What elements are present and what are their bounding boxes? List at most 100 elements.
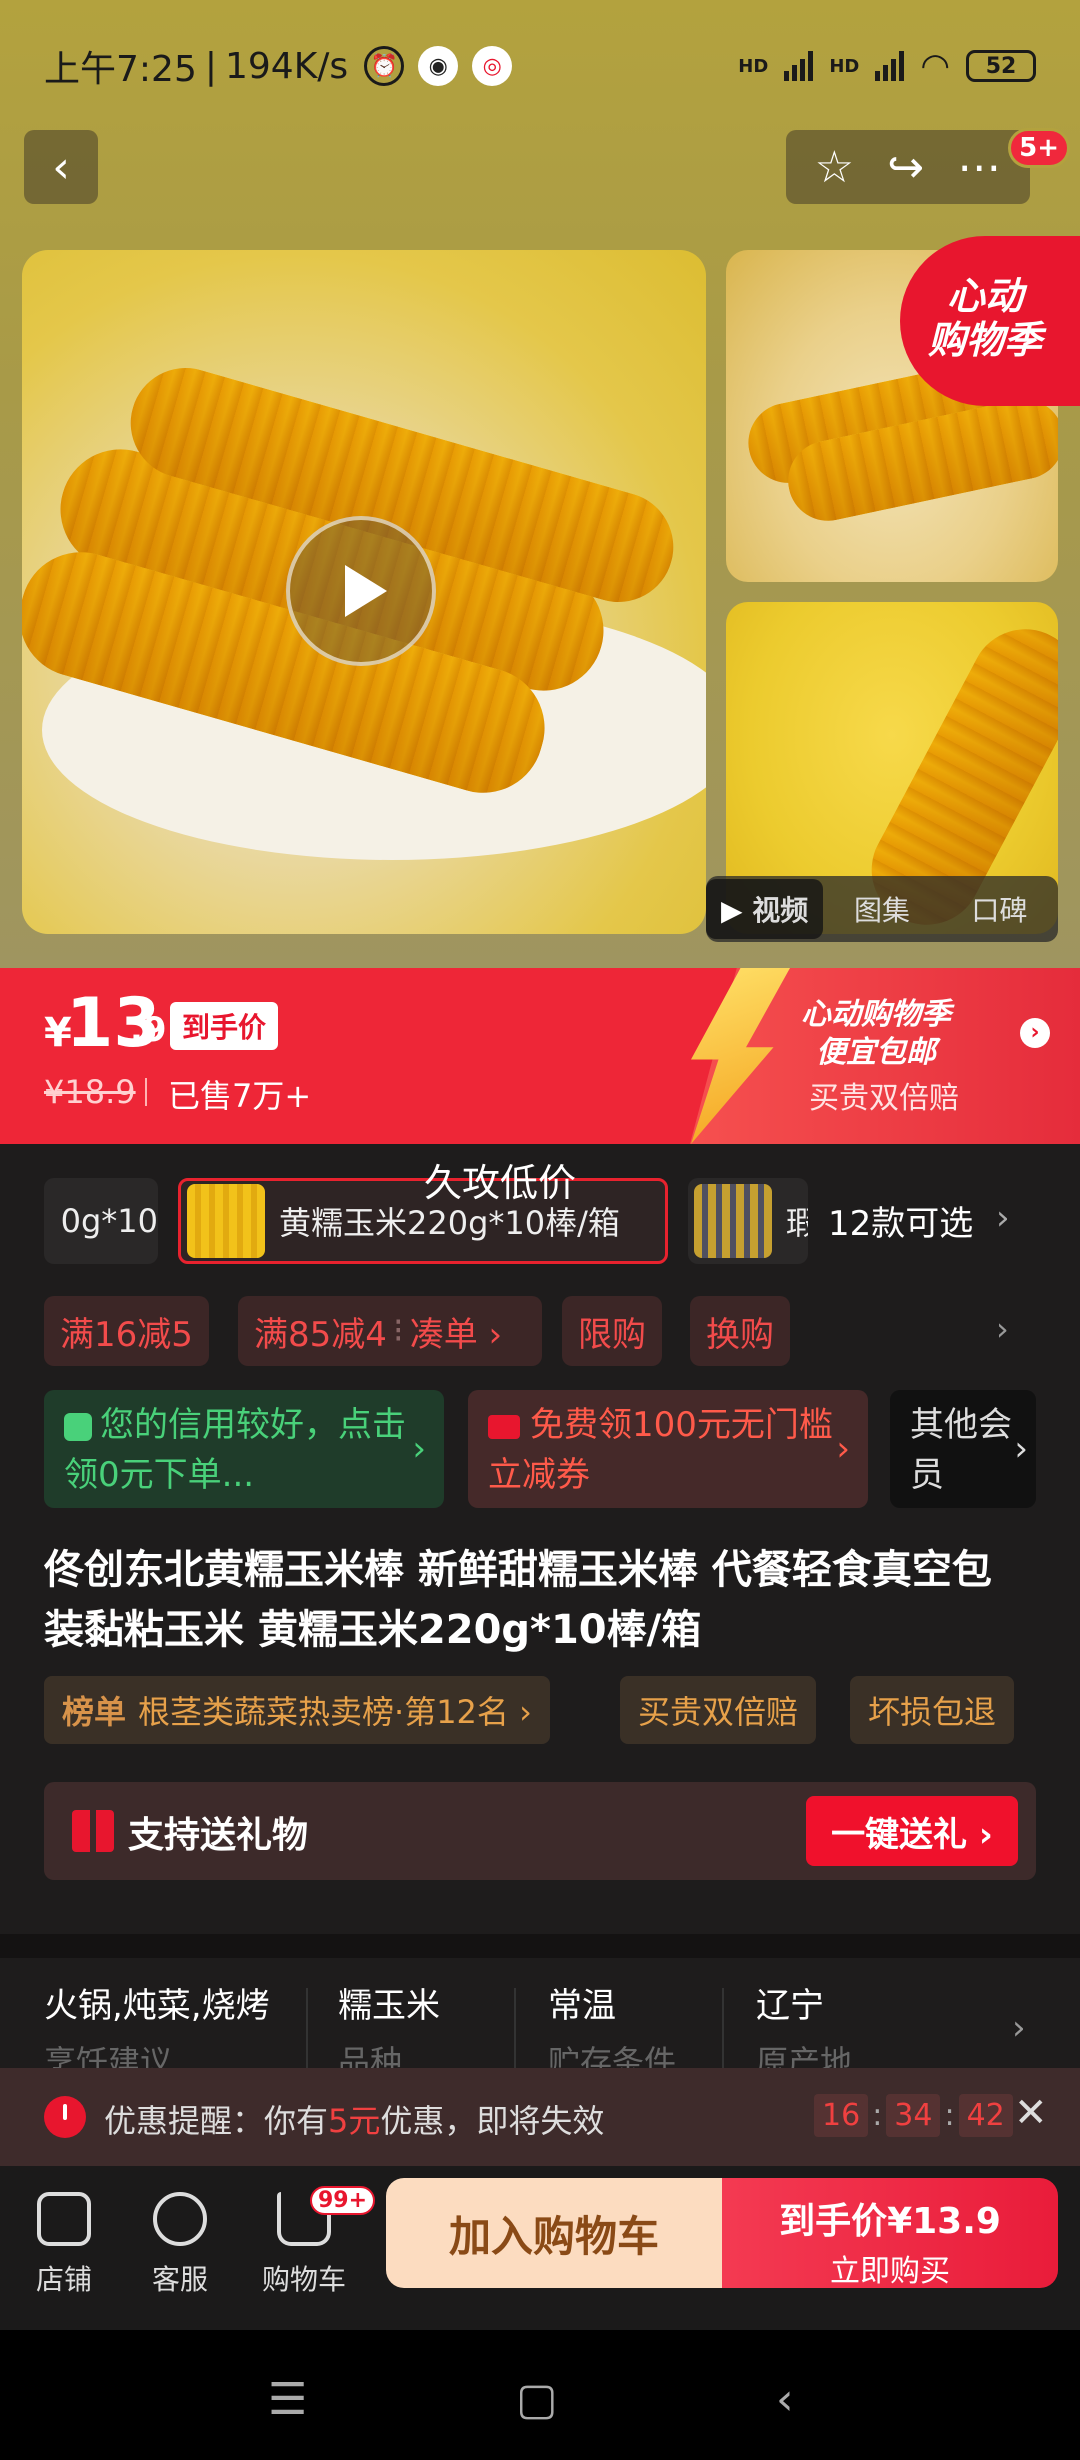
chevron-right-icon[interactable]: › — [1012, 2008, 1026, 2048]
gift-bar[interactable]: 支持送礼物 一键送礼 › — [44, 1782, 1036, 1880]
divider — [306, 1988, 308, 2068]
tab-gallery[interactable]: 图集 — [823, 889, 940, 929]
more-icon[interactable]: ⋯ — [957, 142, 1001, 193]
clock-icon — [44, 2096, 86, 2138]
chevron-right-icon[interactable]: › — [996, 1198, 1010, 1238]
store-icon — [37, 2192, 91, 2246]
promo-tag[interactable]: 心动 购物季 — [900, 236, 1080, 406]
reminder-text: 优惠提醒：你有5元优惠，即将失效 — [104, 2096, 604, 2142]
promo-tag-line2: 购物季 — [927, 318, 1042, 362]
price-decimal: .9 — [130, 1010, 167, 1050]
attribute-value: 糯玉米 — [338, 1986, 440, 2026]
ranking-label: 榜单 — [62, 1693, 127, 1731]
tab-video[interactable]: ▶ 视频 — [706, 879, 824, 939]
member-text: 其他会员 — [910, 1405, 1012, 1495]
attribute-value: 火锅,炖菜,烧烤 — [44, 1986, 270, 2026]
member-card[interactable]: 其他会员 › — [890, 1390, 1036, 1508]
countdown-timer: 16 : 34 : 42 — [814, 2094, 1013, 2137]
coupon-chip[interactable]: 限购 — [562, 1296, 662, 1366]
sku-count[interactable]: 12款可选 — [828, 1196, 973, 1245]
cart-button[interactable]: 99+ 购物车 — [254, 2186, 376, 2298]
sku-option-selected[interactable]: 黄糯玉米220g*10棒/箱 — [178, 1178, 668, 1264]
sku-thumbnail — [694, 1184, 772, 1258]
chevron-right-icon[interactable]: › — [1020, 1018, 1050, 1048]
sku-option-label: 0g*10 — [60, 1202, 158, 1240]
reminder-amount: 5元 — [328, 2102, 381, 2140]
menu-icon[interactable]: ☰ — [268, 2374, 307, 2425]
credit-offer-text: 您的信用较好，点击领0元下单... — [64, 1405, 406, 1495]
coupon-chip[interactable]: 满16减5 — [44, 1296, 209, 1366]
original-price: ¥18.9 — [44, 1073, 136, 1111]
system-navigation-bar: ☰ ▢ ‹ — [0, 2330, 1080, 2460]
signal-icon-2 — [875, 51, 905, 81]
chevron-right-icon: › — [1014, 1429, 1028, 1469]
coupon-chip[interactable]: 满85减4 ⁝ 凑单 › — [238, 1296, 542, 1366]
divider — [514, 1988, 516, 2068]
back-button[interactable]: ‹ — [24, 130, 98, 204]
sku-thumbnail — [187, 1184, 265, 1258]
product-title: 佟创东北黄糯玉米棒 新鲜甜糯玉米棒 代餐轻食真空包装黏粘玉米 黄糯玉米220g*… — [44, 1547, 992, 1653]
app-icon: ◉ — [418, 46, 459, 86]
gift-icon — [72, 1810, 114, 1852]
signal-icon — [784, 51, 814, 81]
top-actions: ☆ ↪ ⋯ — [786, 130, 1030, 204]
sku-option[interactable]: 瑕 — [688, 1178, 808, 1264]
shop-label: 店铺 — [35, 2263, 92, 2296]
discount-reminder: 优惠提醒：你有5元优惠，即将失效 16 : 34 : 42 ✕ — [0, 2068, 1080, 2166]
promo-subtitle: 买贵双倍赔 — [809, 1081, 959, 1116]
attributes-row[interactable]: 火锅,炖菜,烧烤 烹饪建议 糯玉米 品种 常温 贮存条件 辽宁 原产地 › — [0, 1958, 1080, 2081]
buy-now-button[interactable]: 到手价¥13.9 立即购买 — [722, 2178, 1058, 2289]
send-gift-button[interactable]: 一键送礼 › — [806, 1796, 1018, 1866]
coupon-chip[interactable]: 换购 — [690, 1296, 790, 1366]
weibo-icon: ◎ — [472, 46, 513, 86]
promo-title-line1: 心动购物季 — [801, 997, 951, 1032]
timer-minutes: 34 — [886, 2094, 941, 2137]
promo-title[interactable]: 心动购物季 便宜包邮 — [746, 996, 1006, 1072]
battery-icon: 52 — [966, 50, 1036, 82]
return-tag[interactable]: 坏损包退 — [850, 1676, 1015, 1744]
chevron-right-icon: › — [412, 1429, 426, 1469]
tab-reviews[interactable]: 口碑 — [941, 889, 1058, 929]
final-price-tag: 到手价 — [170, 1002, 279, 1050]
attribute-value: 常温 — [548, 1986, 616, 2026]
reminder-suffix: 优惠，即将失效 — [380, 2102, 605, 2140]
home-icon[interactable]: ▢ — [516, 2374, 558, 2425]
coupon-offer-text: 免费领100元无门槛立减券 — [488, 1405, 833, 1495]
timer-colon: : — [872, 2098, 883, 2133]
add-to-cart-button[interactable]: 加入购物车 — [386, 2178, 722, 2288]
ranking-text: 根茎类蔬菜热卖榜·第12名 › — [138, 1693, 532, 1731]
watermark-text: 久攻低价 — [424, 1161, 577, 1205]
sold-count: 已售7万+ — [168, 1077, 312, 1115]
shop-button[interactable]: 店铺 — [14, 2192, 114, 2298]
status-time: 上午7:25 — [44, 49, 197, 90]
back-icon[interactable]: ‹ — [776, 2374, 794, 2425]
credit-offer-card[interactable]: 您的信用较好，点击领0元下单... › — [44, 1390, 444, 1508]
buy-now-label: 立即购买 — [830, 2254, 950, 2289]
play-video-button[interactable] — [286, 516, 436, 666]
favorite-star-icon[interactable]: ☆ — [815, 142, 854, 193]
alarm-icon: ⏰ — [364, 46, 405, 86]
tab-video-label: 视频 — [752, 894, 809, 927]
customer-service-button[interactable]: 客服 — [130, 2192, 230, 2298]
promo-title-line2: 便宜包邮 — [816, 1035, 936, 1070]
status-separator: | — [204, 45, 217, 87]
media-tabs: ▶ 视频 图集 口碑 — [706, 876, 1058, 942]
cart-badge: 99+ — [310, 2186, 376, 2215]
coupon-add-on-link: 凑单 › — [409, 1314, 503, 1355]
message-badge: 5+ — [1008, 128, 1070, 168]
close-icon[interactable]: ✕ — [1014, 2090, 1048, 2136]
sku-option-label: 瑕 — [786, 1204, 808, 1242]
coupon-offer-card[interactable]: 免费领100元无门槛立减券 › — [468, 1390, 868, 1508]
chevron-right-icon[interactable]: › — [996, 1310, 1009, 1348]
share-icon[interactable]: ↪ — [887, 142, 924, 193]
sku-option[interactable]: 0g*10 — [44, 1178, 158, 1264]
section-divider — [0, 1934, 1080, 1958]
timer-seconds: 42 — [958, 2094, 1013, 2137]
divider — [145, 1078, 147, 1106]
wifi-icon: ◠ — [920, 46, 950, 86]
ranking-tag[interactable]: 榜单 根茎类蔬菜热卖榜·第12名 › — [44, 1676, 550, 1744]
signal-hd-label-2: HD — [829, 55, 860, 77]
guarantee-tag[interactable]: 买贵双倍赔 — [620, 1676, 817, 1744]
wallet-icon — [488, 1414, 520, 1439]
signal-hd-label: HD — [738, 55, 769, 77]
